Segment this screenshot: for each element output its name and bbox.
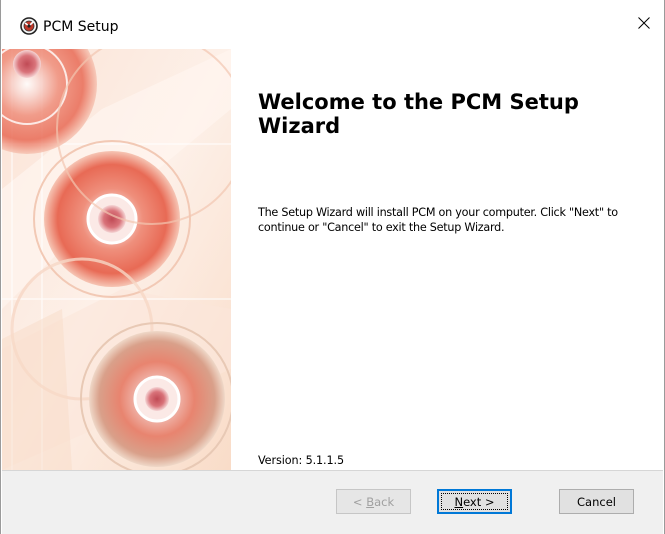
- back-button-prefix: <: [352, 494, 367, 509]
- back-button[interactable]: < Back: [336, 489, 411, 514]
- cancel-button-label: Cancel: [577, 494, 616, 509]
- next-button-rest: ext >: [463, 494, 495, 509]
- close-button[interactable]: [624, 0, 664, 49]
- next-button[interactable]: Next >: [437, 489, 512, 514]
- version-label: Version: 5.1.1.5: [258, 454, 345, 467]
- window-title: PCM Setup: [43, 19, 119, 35]
- pcm-setup-icon: [20, 17, 38, 35]
- page-title: Welcome to the PCM Setup Wizard: [258, 90, 579, 138]
- title-bar[interactable]: PCM Setup: [1, 0, 664, 49]
- next-button-label: Next >: [454, 495, 494, 509]
- wizard-description: The Setup Wizard will install PCM on you…: [258, 206, 618, 234]
- back-button-label: < Back: [353, 495, 394, 509]
- cancel-button[interactable]: Cancel: [559, 489, 634, 514]
- back-button-rest: ack: [374, 494, 395, 509]
- setup-wizard-window: PCM Setup Welcome to the PCM Setup Wizar…: [0, 0, 665, 534]
- wizard-banner-image: [2, 49, 231, 470]
- wizard-content-panel: Welcome to the PCM Setup Wizard The Setu…: [231, 49, 664, 470]
- back-button-mnemonic: B: [366, 494, 375, 509]
- wizard-footer: < Back Next > Cancel: [2, 471, 663, 534]
- next-button-mnemonic: N: [454, 494, 464, 509]
- close-icon: [638, 16, 650, 34]
